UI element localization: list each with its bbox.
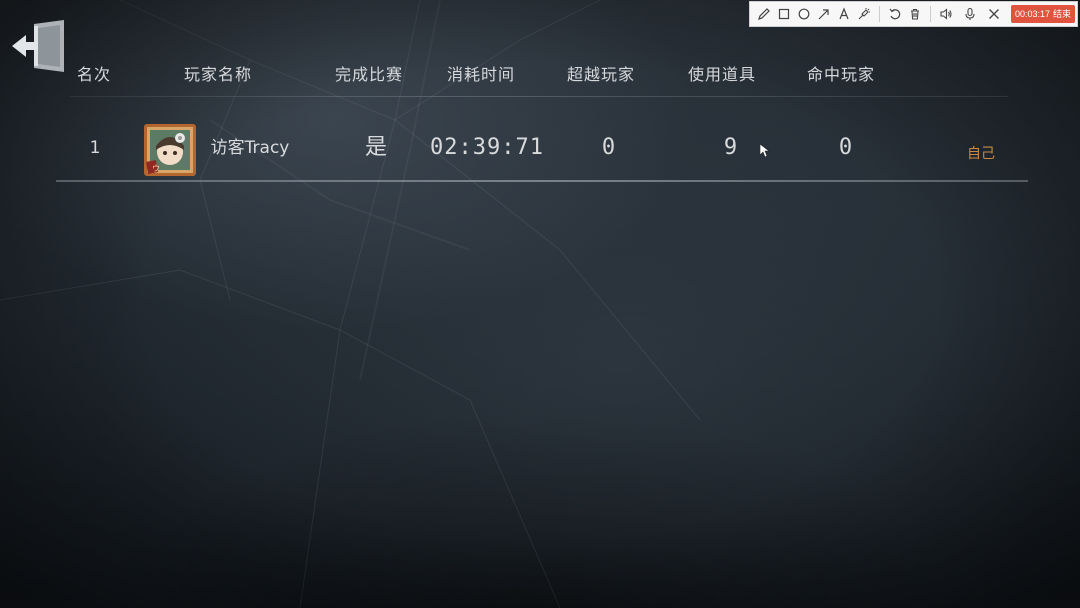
scoreboard-header: 名次 玩家名称 完成比赛 消耗时间 超越玩家 使用道具 命中玩家 bbox=[0, 62, 1080, 88]
pencil-icon[interactable] bbox=[754, 4, 774, 24]
circle-icon[interactable] bbox=[794, 4, 814, 24]
speaker-icon[interactable] bbox=[936, 4, 956, 24]
rectangle-icon[interactable] bbox=[774, 4, 794, 24]
text-icon[interactable] bbox=[834, 4, 854, 24]
self-tag: 自己 bbox=[967, 146, 995, 162]
players-overtaken-value: 0 bbox=[601, 135, 617, 160]
record-timer: 00:03:17 bbox=[1014, 9, 1050, 19]
close-icon[interactable] bbox=[984, 4, 1004, 24]
players-hit-value: 0 bbox=[838, 135, 854, 160]
microphone-icon[interactable] bbox=[960, 4, 980, 24]
player-avatar: ウ bbox=[144, 124, 196, 176]
time-used-value: 02:39:71 bbox=[430, 135, 544, 160]
toolbar-divider bbox=[930, 6, 931, 22]
background bbox=[0, 0, 1080, 608]
player-name-value: 访客Tracy bbox=[210, 138, 290, 158]
header-divider bbox=[70, 96, 1008, 97]
header-rank: 名次 bbox=[76, 65, 112, 84]
row-divider bbox=[56, 180, 1028, 182]
recorder-toolbar: 00:03:17 结束 bbox=[749, 1, 1078, 27]
header-player-name: 玩家名称 bbox=[183, 65, 253, 84]
header-time-used: 消耗时间 bbox=[446, 65, 516, 84]
svg-text:ウ: ウ bbox=[152, 164, 160, 173]
record-end-label: 结束 bbox=[1052, 9, 1071, 19]
scoreboard-row: 1 ウ 访客Tracy 是 02:39:71 0 9 0 自己 bbox=[0, 118, 1080, 178]
highlighter-icon[interactable] bbox=[854, 4, 874, 24]
header-players-hit: 命中玩家 bbox=[806, 65, 876, 84]
header-finished: 完成比赛 bbox=[334, 65, 404, 84]
trash-icon[interactable] bbox=[905, 4, 925, 24]
record-end-button[interactable]: 00:03:17 结束 bbox=[1010, 5, 1075, 23]
header-players-overtaken: 超越玩家 bbox=[566, 65, 636, 84]
undo-icon[interactable] bbox=[885, 4, 905, 24]
mouse-cursor-icon bbox=[760, 144, 770, 158]
items-used-value: 9 bbox=[723, 135, 739, 160]
arrow-icon[interactable] bbox=[814, 4, 834, 24]
rank-value: 1 bbox=[89, 138, 101, 158]
header-items-used: 使用道具 bbox=[687, 65, 757, 84]
finished-value: 是 bbox=[364, 135, 388, 160]
toolbar-divider bbox=[879, 6, 880, 22]
